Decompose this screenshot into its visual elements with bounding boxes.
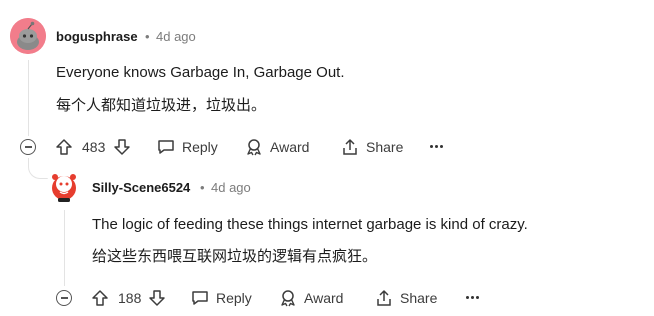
downvote-arrow-icon xyxy=(114,139,130,155)
award-button[interactable]: Award xyxy=(278,288,343,308)
more-options-button[interactable] xyxy=(466,296,479,299)
reply-bubble-icon xyxy=(158,140,174,154)
collapse-thread-button[interactable] xyxy=(56,290,72,306)
award-icon xyxy=(281,290,295,307)
avatar[interactable] xyxy=(10,18,46,54)
award-icon xyxy=(247,139,261,156)
collapse-thread-button[interactable] xyxy=(20,139,36,155)
reddit-snoo-icon xyxy=(10,18,46,54)
share-icon xyxy=(343,139,357,155)
share-button[interactable]: Share xyxy=(340,137,403,157)
comment-timestamp[interactable]: 4d ago xyxy=(156,29,196,44)
avatar[interactable] xyxy=(46,168,82,204)
upvote-arrow-icon xyxy=(92,290,108,306)
downvote-arrow-icon xyxy=(149,290,165,306)
award-label: Award xyxy=(304,290,344,306)
upvote-button[interactable] xyxy=(54,137,74,162)
reply-button[interactable]: Reply xyxy=(190,288,252,308)
vote-count: 483 xyxy=(82,139,106,155)
vote-count: 188 xyxy=(118,290,142,306)
upvote-arrow-icon xyxy=(56,139,72,155)
downvote-button[interactable] xyxy=(147,288,167,313)
upvote-button[interactable] xyxy=(90,288,110,313)
comment-body-chinese: 给这些东西喂互联网垃圾的逻辑有点疯狂。 xyxy=(92,248,378,265)
meta-separator: • xyxy=(200,180,205,195)
thread-line xyxy=(28,60,29,136)
award-button[interactable]: Award xyxy=(244,137,309,157)
share-label: Share xyxy=(366,139,404,155)
downvote-button[interactable] xyxy=(112,137,132,162)
more-options-button[interactable] xyxy=(430,145,443,148)
reply-label: Reply xyxy=(182,139,218,155)
thread-line-child xyxy=(64,210,65,286)
reply-bubble-icon xyxy=(192,291,208,305)
comment-body-english: Everyone knows Garbage In, Garbage Out. xyxy=(56,64,345,81)
comment-body-chinese: 每个人都知道垃圾进，垃圾出。 xyxy=(56,97,267,114)
reply-label: Reply xyxy=(216,290,252,306)
share-label: Share xyxy=(400,290,438,306)
comment-timestamp[interactable]: 4d ago xyxy=(211,180,251,195)
reddit-snoo-icon xyxy=(52,174,76,202)
meta-separator: • xyxy=(145,29,150,44)
award-label: Award xyxy=(270,139,310,155)
reply-button[interactable]: Reply xyxy=(156,137,218,157)
share-button[interactable]: Share xyxy=(374,288,437,308)
share-icon xyxy=(377,290,391,306)
comment-username[interactable]: Silly-Scene6524 xyxy=(92,180,190,195)
comment-body-english: The logic of feeding these things intern… xyxy=(92,216,528,233)
comment-username[interactable]: bogusphrase xyxy=(56,29,138,44)
